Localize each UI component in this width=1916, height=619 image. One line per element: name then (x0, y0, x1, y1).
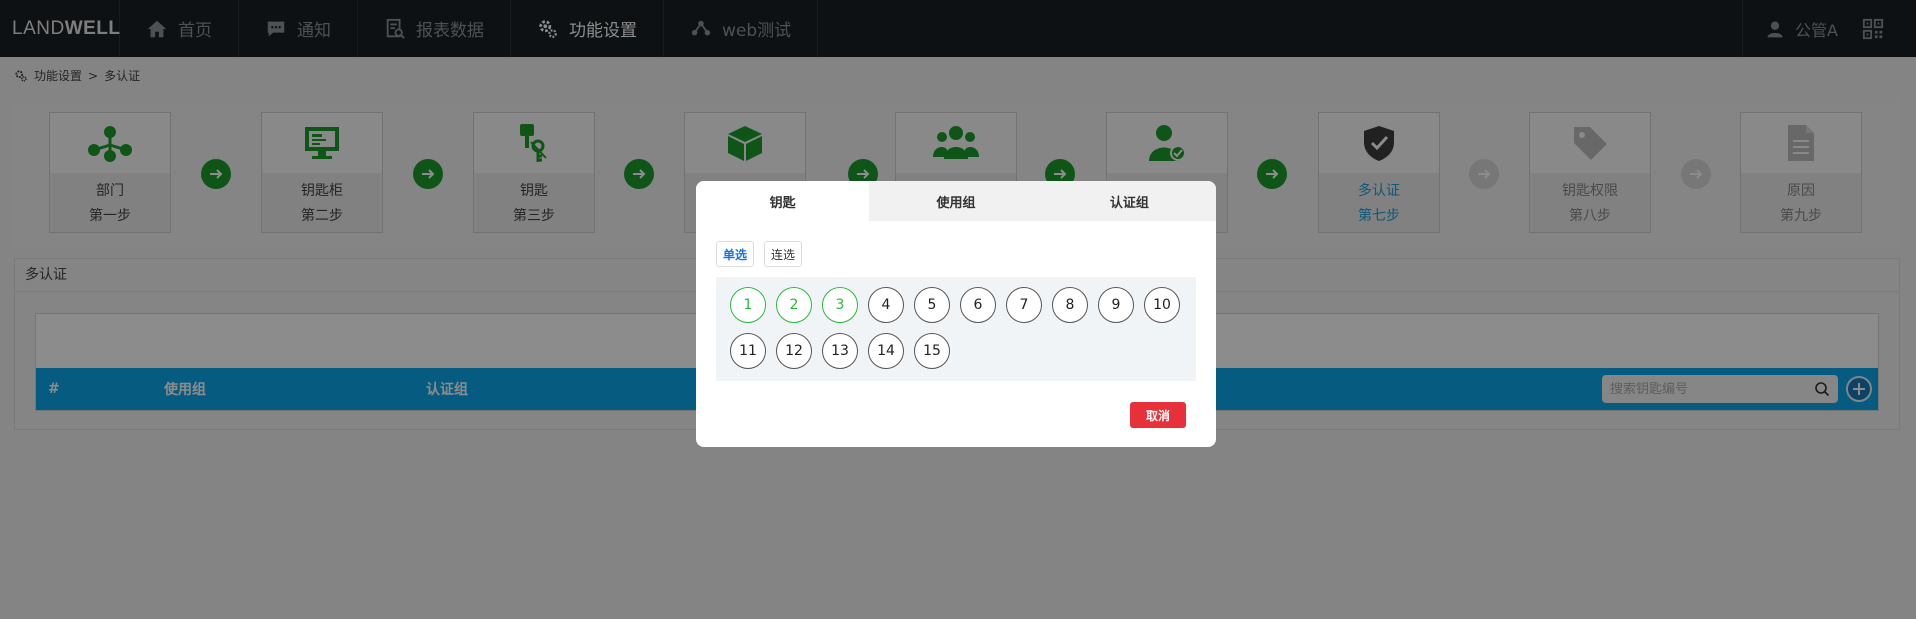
key-item[interactable]: 4 (868, 287, 904, 323)
key-item[interactable]: 7 (1006, 287, 1042, 323)
key-list: 1 2 3 4 5 6 7 8 9 10 11 12 13 14 15 (716, 277, 1196, 381)
key-item[interactable]: 3 (822, 287, 858, 323)
tab-use-group[interactable]: 使用组 (869, 181, 1042, 221)
selection-mode: 单选 连选 (716, 241, 803, 267)
single-select-button[interactable]: 单选 (716, 241, 755, 267)
key-item[interactable]: 14 (868, 333, 904, 369)
key-item[interactable]: 1 (730, 287, 766, 323)
range-select-button[interactable]: 连选 (764, 241, 803, 267)
key-item[interactable]: 12 (776, 333, 812, 369)
modal-tabs: 钥匙 使用组 认证组 (696, 181, 1216, 221)
key-item[interactable]: 8 (1052, 287, 1088, 323)
key-item[interactable]: 15 (914, 333, 950, 369)
key-item[interactable]: 9 (1098, 287, 1134, 323)
cancel-button[interactable]: 取消 (1130, 402, 1186, 428)
key-item[interactable]: 5 (914, 287, 950, 323)
key-grid: 1 2 3 4 5 6 7 8 9 10 11 12 13 14 15 (730, 287, 1190, 369)
key-item[interactable]: 10 (1144, 287, 1180, 323)
key-item[interactable]: 2 (776, 287, 812, 323)
tab-auth-group[interactable]: 认证组 (1043, 181, 1216, 221)
key-select-modal: 钥匙 使用组 认证组 单选 连选 1 2 3 4 5 6 7 8 9 10 11… (696, 181, 1216, 447)
key-item[interactable]: 13 (822, 333, 858, 369)
key-item[interactable]: 6 (960, 287, 996, 323)
key-item[interactable]: 11 (730, 333, 766, 369)
tab-key[interactable]: 钥匙 (696, 181, 870, 221)
